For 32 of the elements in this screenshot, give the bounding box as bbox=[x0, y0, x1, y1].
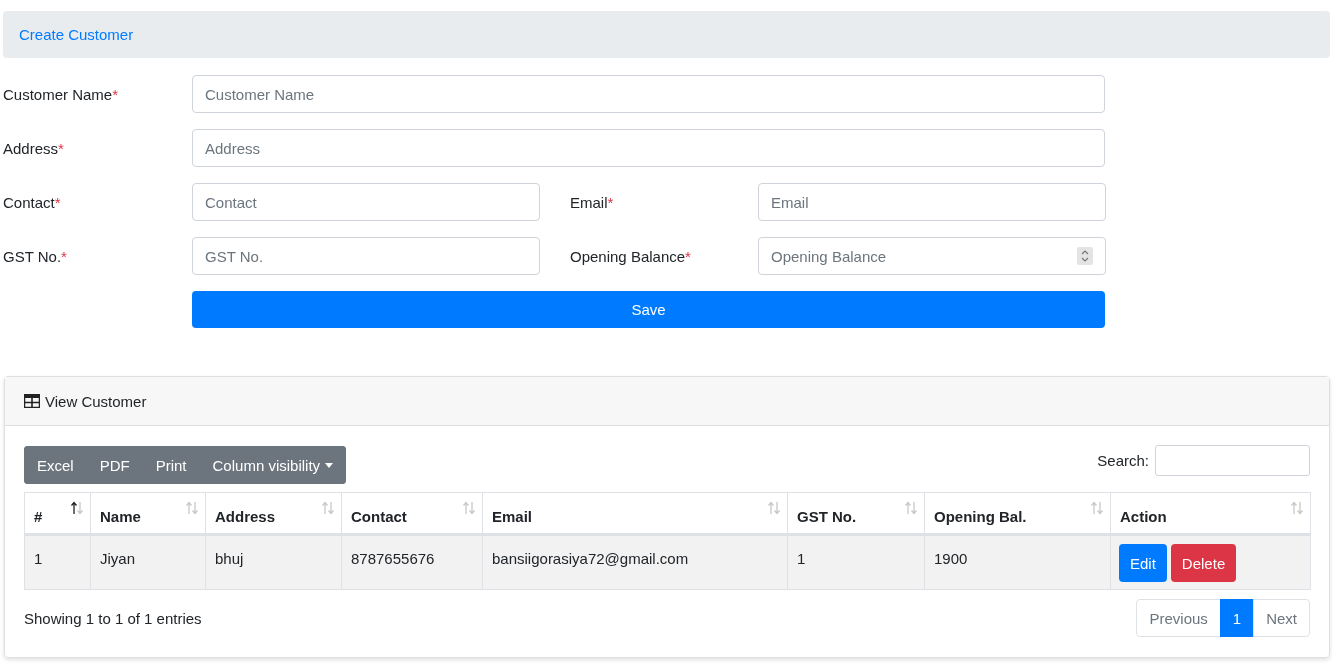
table-cell: 8787655676 bbox=[341, 534, 483, 590]
entries-info: Showing 1 to 1 of 1 entries bbox=[24, 609, 202, 627]
input-field[interactable]: Opening Balance bbox=[758, 237, 1106, 275]
input-field[interactable]: GST No. bbox=[192, 237, 540, 275]
spinner-icon[interactable] bbox=[1077, 247, 1093, 265]
form-title: Create Customer bbox=[19, 26, 134, 43]
input-field[interactable]: Customer Name bbox=[192, 75, 1105, 113]
delete-button[interactable]: Delete bbox=[1170, 544, 1237, 582]
card-title: View Customer bbox=[45, 392, 147, 410]
input-field[interactable]: Contact bbox=[192, 183, 540, 221]
input-field[interactable]: Address bbox=[192, 129, 1105, 167]
save-button[interactable]: Save bbox=[192, 291, 1105, 328]
table-cell: bhuj bbox=[205, 534, 342, 590]
field-label: Customer Name* bbox=[3, 85, 120, 103]
caret-icon bbox=[325, 462, 334, 468]
field-label: Contact* bbox=[3, 193, 62, 211]
field-label: Email* bbox=[570, 193, 615, 211]
table-cell: 1 bbox=[787, 534, 925, 590]
edit-button[interactable]: Edit bbox=[1119, 544, 1167, 582]
search-field[interactable] bbox=[1155, 444, 1310, 476]
previous-button[interactable]: Previous bbox=[1136, 599, 1221, 637]
field-label: Address* bbox=[3, 139, 65, 157]
table-cell: 1 bbox=[24, 534, 91, 590]
input-field[interactable]: Email bbox=[758, 183, 1106, 221]
field-label: Opening Balance* bbox=[570, 247, 692, 265]
field-label: GST No.* bbox=[3, 247, 68, 265]
table-cell: bansiigorasiya72@gmail.com bbox=[482, 534, 788, 590]
next-button[interactable]: Next bbox=[1253, 599, 1310, 637]
table-icon bbox=[24, 394, 40, 408]
table-cell: 1900 bbox=[924, 534, 1111, 590]
table-cell: Jiyan bbox=[90, 534, 206, 590]
search-label: Search: bbox=[1097, 451, 1149, 469]
